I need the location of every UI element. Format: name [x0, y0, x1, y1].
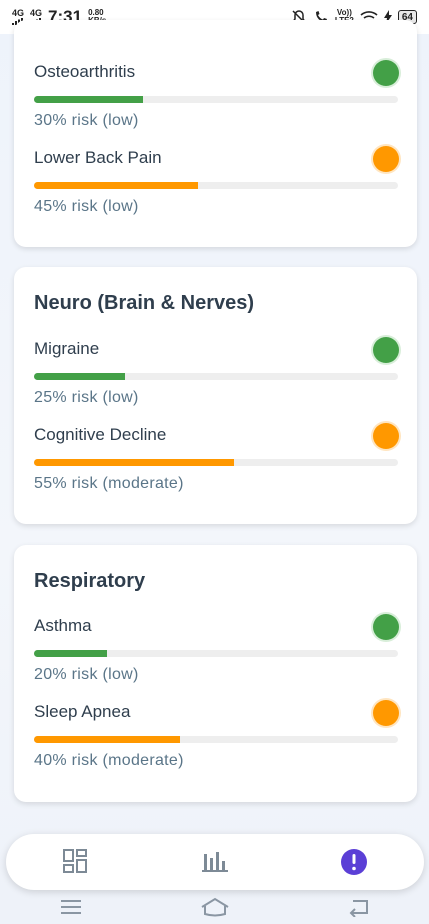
risk-bar [34, 373, 398, 380]
risk-item[interactable]: Migraine 25% risk (low) [34, 337, 399, 411]
bar-chart-icon [202, 852, 228, 872]
system-nav-bar [0, 890, 429, 924]
alert-icon [341, 849, 367, 875]
status-dot-icon [373, 614, 399, 640]
menu-icon[interactable] [59, 898, 83, 916]
home-icon[interactable] [200, 897, 230, 917]
dashboard-icon [63, 849, 87, 873]
status-dot-icon [373, 700, 399, 726]
risk-item[interactable]: Lower Back Pain 45% risk (low) [34, 146, 399, 220]
status-dot-icon [373, 423, 399, 449]
risk-item[interactable]: Asthma 20% risk (low) [34, 614, 399, 688]
nav-dashboard-button[interactable] [62, 848, 90, 876]
condition-name: Cognitive Decline [34, 425, 167, 444]
nav-alerts-button[interactable] [340, 848, 368, 876]
risk-item[interactable]: Osteoarthritis 30% risk (low) [34, 60, 399, 134]
risk-bar-fill [34, 96, 144, 103]
risk-card-neuro: Neuro (Brain & Nerves) Migraine 25% risk… [14, 267, 417, 524]
risk-bar-fill [34, 736, 180, 743]
condition-name: Osteoarthritis [34, 62, 136, 81]
risk-item[interactable]: Cognitive Decline 55% risk (moderate) [34, 423, 399, 497]
risk-bar [34, 736, 398, 743]
status-dot-icon [373, 146, 399, 172]
risk-label: 45% risk (low) [34, 198, 139, 215]
back-icon[interactable] [347, 897, 371, 917]
status-dot-icon [373, 60, 399, 86]
condition-name: Migraine [34, 339, 100, 358]
risk-bar [34, 459, 398, 466]
condition-name: Sleep Apnea [34, 702, 131, 721]
risk-label: 40% risk (moderate) [34, 752, 184, 769]
risk-item[interactable]: Sleep Apnea 40% risk (moderate) [34, 700, 399, 774]
risk-card-respiratory: Respiratory Asthma 20% risk (low) Sleep … [14, 545, 417, 802]
risk-bar [34, 182, 398, 189]
nav-stats-button[interactable] [201, 848, 229, 876]
risk-bar-fill [34, 182, 198, 189]
risk-label: 55% risk (moderate) [34, 475, 184, 492]
risk-label: 25% risk (low) [34, 389, 139, 406]
risk-bar-fill [34, 459, 235, 466]
card-title: Neuro (Brain & Nerves) [34, 292, 255, 314]
risk-label: 20% risk (low) [34, 666, 139, 683]
network-type-1: 4G [12, 8, 25, 18]
condition-name: Lower Back Pain [34, 148, 162, 167]
risk-bar [34, 650, 398, 657]
risk-bar [34, 96, 398, 103]
status-dot-icon [373, 337, 399, 363]
risk-card-musculoskeletal: Osteoarthritis 30% risk (low) Lower Back… [14, 20, 417, 247]
network-type-2: 4G [30, 8, 43, 18]
card-title: Respiratory [34, 570, 146, 592]
risk-bar-fill [34, 373, 125, 380]
risk-bar-fill [34, 650, 107, 657]
bottom-nav [6, 834, 424, 890]
risk-label: 30% risk (low) [34, 112, 139, 129]
condition-name: Asthma [34, 616, 92, 635]
